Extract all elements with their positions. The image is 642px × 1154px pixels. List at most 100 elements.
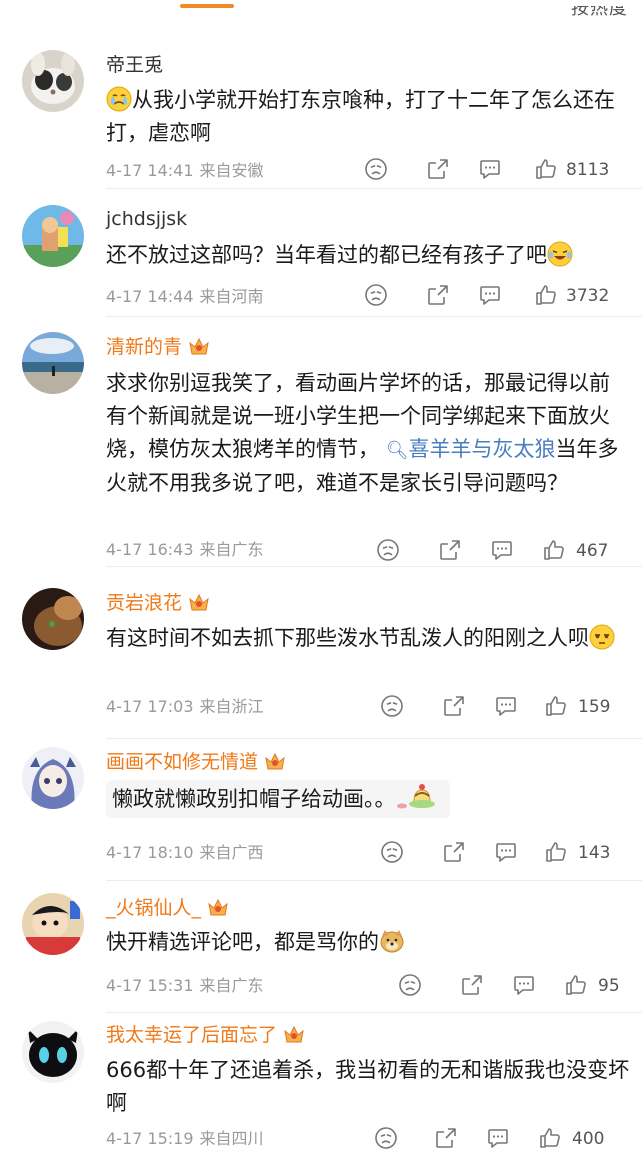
comment-meta: 4-17 14:44 来自河南 xyxy=(106,287,264,307)
comment-body: 从我小学就开始打东京喰种，打了十二年了怎么还在打，虐恋啊 xyxy=(106,88,615,145)
avatar[interactable] xyxy=(22,747,84,809)
dislike-icon xyxy=(365,158,387,180)
comment-meta: 4-17 17:03 来自浙江 xyxy=(106,697,264,717)
reply-button[interactable] xyxy=(490,538,514,564)
crown-badge-icon xyxy=(264,751,286,771)
like-count: 143 xyxy=(578,843,611,863)
like-button[interactable] xyxy=(538,1126,562,1152)
comment-actions: 8113 xyxy=(364,157,624,183)
share-button[interactable] xyxy=(426,157,450,183)
comment-item: 帝王兎 从我小学就开始打东京喰种，打了十二年了怎么还在打，虐恋啊 4-17 14… xyxy=(0,40,642,188)
reply-button[interactable] xyxy=(512,973,536,999)
username[interactable]: 清新的青 xyxy=(106,335,210,359)
dislike-button[interactable] xyxy=(364,157,388,183)
like-button[interactable] xyxy=(564,973,588,999)
like-icon xyxy=(546,696,566,716)
share-icon xyxy=(440,540,460,560)
share-button[interactable] xyxy=(442,694,466,720)
comment-text: 求求你别逗我笑了，看动画片学坏的话，那最记得以前有个新闻就是说一班小学生把一个同… xyxy=(106,367,630,500)
doge-emoji-icon xyxy=(379,928,405,954)
comment-body: 还不放过这部吗？当年看过的都已经有孩子了吧 xyxy=(106,243,547,267)
comment-meta: 4-17 14:41 来自安徽 xyxy=(106,161,264,181)
like-button[interactable] xyxy=(544,694,568,720)
avatar[interactable] xyxy=(22,332,84,394)
timestamp: 4-17 16:43 xyxy=(106,540,194,559)
pudding-sticker-icon xyxy=(396,780,444,818)
top-bar: 按热度 xyxy=(0,0,642,22)
search-icon: 🔍︎ xyxy=(385,440,409,461)
location: 来自广东 xyxy=(199,540,264,559)
username[interactable]: 贡岩浪花 xyxy=(106,591,210,615)
username[interactable]: 画画不如修无情道 xyxy=(106,750,286,774)
share-icon xyxy=(444,842,464,862)
username-text: 帝王兎 xyxy=(106,54,164,76)
avatar[interactable] xyxy=(22,205,84,267)
username[interactable]: 我太幸运了后面忘了 xyxy=(106,1023,305,1047)
timestamp: 4-17 14:44 xyxy=(106,287,194,306)
username[interactable]: _火锅仙人_ xyxy=(106,896,229,920)
reply-button[interactable] xyxy=(494,694,518,720)
topic-link[interactable]: 🔍︎喜羊羊与灰太狼 xyxy=(386,437,556,461)
topic-link-text: 喜羊羊与灰太狼 xyxy=(408,437,556,461)
username[interactable]: jchdsjjsk xyxy=(106,207,187,231)
active-tab-indicator xyxy=(180,4,234,8)
share-button[interactable] xyxy=(434,1126,458,1152)
like-button[interactable] xyxy=(542,538,566,564)
dislike-button[interactable] xyxy=(374,1126,398,1152)
avatar[interactable] xyxy=(22,588,84,650)
share-button[interactable] xyxy=(442,840,466,866)
like-count: 400 xyxy=(572,1129,605,1149)
username-text: _火锅仙人_ xyxy=(106,897,202,919)
reply-button[interactable] xyxy=(478,157,502,183)
comment-item: _火锅仙人_ 快开精选评论吧，都是骂你的 4-17 15:31 来自广东 95 xyxy=(0,884,642,1012)
comment-meta: 4-17 15:31 来自广东 xyxy=(106,976,264,996)
like-count: 95 xyxy=(598,976,620,996)
share-button[interactable] xyxy=(426,283,450,309)
avatar[interactable] xyxy=(22,893,84,955)
crown-badge-icon xyxy=(207,897,229,917)
share-button[interactable] xyxy=(438,538,462,564)
comment-actions: 3732 xyxy=(364,283,624,309)
avatar[interactable] xyxy=(22,1021,84,1083)
dislike-button[interactable] xyxy=(398,973,422,999)
timestamp: 4-17 17:03 xyxy=(106,697,194,716)
share-button[interactable] xyxy=(460,973,484,999)
dislike-button[interactable] xyxy=(364,283,388,309)
comment-text: 懒政就懒政别扣帽子给动画。。 xyxy=(106,780,630,818)
comment-text: 666都十年了还追着杀，我当初看的无和谐版我也没变坏啊 xyxy=(106,1054,630,1120)
like-button[interactable] xyxy=(534,283,558,309)
location: 来自广东 xyxy=(199,976,264,995)
dislike-icon xyxy=(375,1127,397,1149)
share-icon xyxy=(436,1128,456,1148)
crown-badge-icon xyxy=(188,336,210,356)
reply-icon xyxy=(496,843,516,862)
comment-item: 画画不如修无情道 懒政就懒政别扣帽子给动画。。 4-17 18:10 来自广西 1… xyxy=(0,742,642,878)
dislike-button[interactable] xyxy=(380,694,404,720)
location: 来自河南 xyxy=(199,287,264,306)
comment-item: jchdsjjsk 还不放过这部吗？当年看过的都已经有孩子了吧 4-17 14:… xyxy=(0,192,642,316)
like-count: 159 xyxy=(578,697,611,717)
timestamp: 4-17 18:10 xyxy=(106,843,194,862)
username-text: 我太幸运了后面忘了 xyxy=(106,1024,278,1046)
reply-button[interactable] xyxy=(478,283,502,309)
crown-badge-icon xyxy=(188,592,210,612)
dislike-button[interactable] xyxy=(380,840,404,866)
reply-icon xyxy=(480,286,500,305)
share-icon xyxy=(444,696,464,716)
avatar[interactable] xyxy=(22,50,84,112)
username[interactable]: 帝王兎 xyxy=(106,53,163,77)
reply-button[interactable] xyxy=(494,840,518,866)
dislike-button[interactable] xyxy=(376,538,400,564)
comment-text: 快开精选评论吧，都是骂你的 xyxy=(106,926,630,959)
reply-button[interactable] xyxy=(486,1126,510,1152)
like-icon xyxy=(546,842,566,862)
sort-by-hot-button[interactable]: 按热度 xyxy=(571,6,628,18)
like-icon xyxy=(544,540,564,560)
location: 来自安徽 xyxy=(199,161,264,180)
comment-actions: 400 xyxy=(374,1126,624,1152)
comment-text: 从我小学就开始打东京喰种，打了十二年了怎么还在打，虐恋啊 xyxy=(106,84,630,150)
comment-item: 我太幸运了后面忘了 666都十年了还追着杀，我当初看的无和谐版我也没变坏啊 4-… xyxy=(0,1016,642,1154)
divider xyxy=(106,316,642,317)
like-button[interactable] xyxy=(534,157,558,183)
like-button[interactable] xyxy=(544,840,568,866)
